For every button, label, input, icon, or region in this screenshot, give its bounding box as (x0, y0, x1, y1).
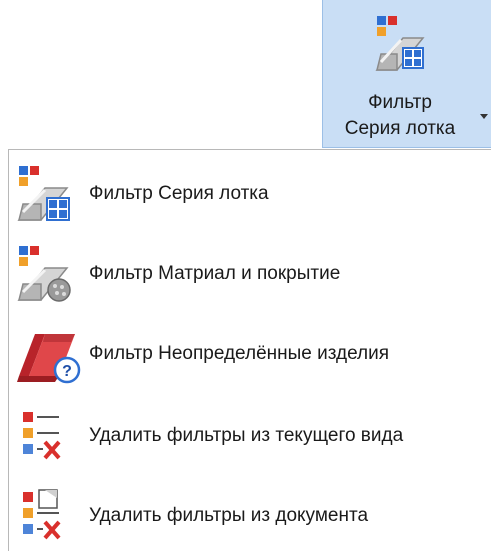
menu-item-label: Фильтр Неопределённые изделия (89, 343, 390, 364)
menu-item-remove-filters-view[interactable]: Удалить фильтры из текущего вида (9, 400, 491, 472)
material-coating-filter-icon (17, 246, 71, 302)
remove-filters-document-icon (23, 489, 61, 540)
ribbon-button-label-line1: Фильтр (368, 92, 432, 113)
menu-item-filter-undefined-items[interactable]: ? Фильтр Неопределённые изделия (9, 318, 491, 390)
menu-item-label: Фильтр Матриал и покрытие (89, 263, 341, 284)
menu-item-label: Удалить фильтры из текущего вида (89, 425, 404, 446)
menu-item-remove-filters-document[interactable]: Удалить фильтры из документа (9, 480, 491, 551)
remove-filters-view-icon (23, 412, 61, 460)
menu-item-label: Удалить фильтры из документа (89, 505, 369, 526)
svg-text:?: ? (62, 363, 72, 380)
undefined-items-filter-icon: ? (17, 334, 81, 384)
menu-item-filter-material-coating[interactable]: Фильтр Матриал и покрытие (9, 238, 491, 310)
dropdown-arrow-icon[interactable] (479, 113, 489, 121)
filter-tray-series-ribbon-button[interactable]: Фильтр Серия лотка (322, 0, 491, 148)
ribbon-button-label-line2: Серия лотка (344, 118, 456, 139)
menu-item-label: Фильтр Серия лотка (89, 183, 269, 204)
filter-dropdown-menu: Фильтр Серия лотка Фильтр Матриал и покр… (8, 149, 491, 551)
tray-series-filter-icon (17, 166, 70, 221)
tray-series-filter-icon (375, 16, 425, 71)
menu-item-filter-tray-series[interactable]: Фильтр Серия лотка (9, 158, 491, 230)
